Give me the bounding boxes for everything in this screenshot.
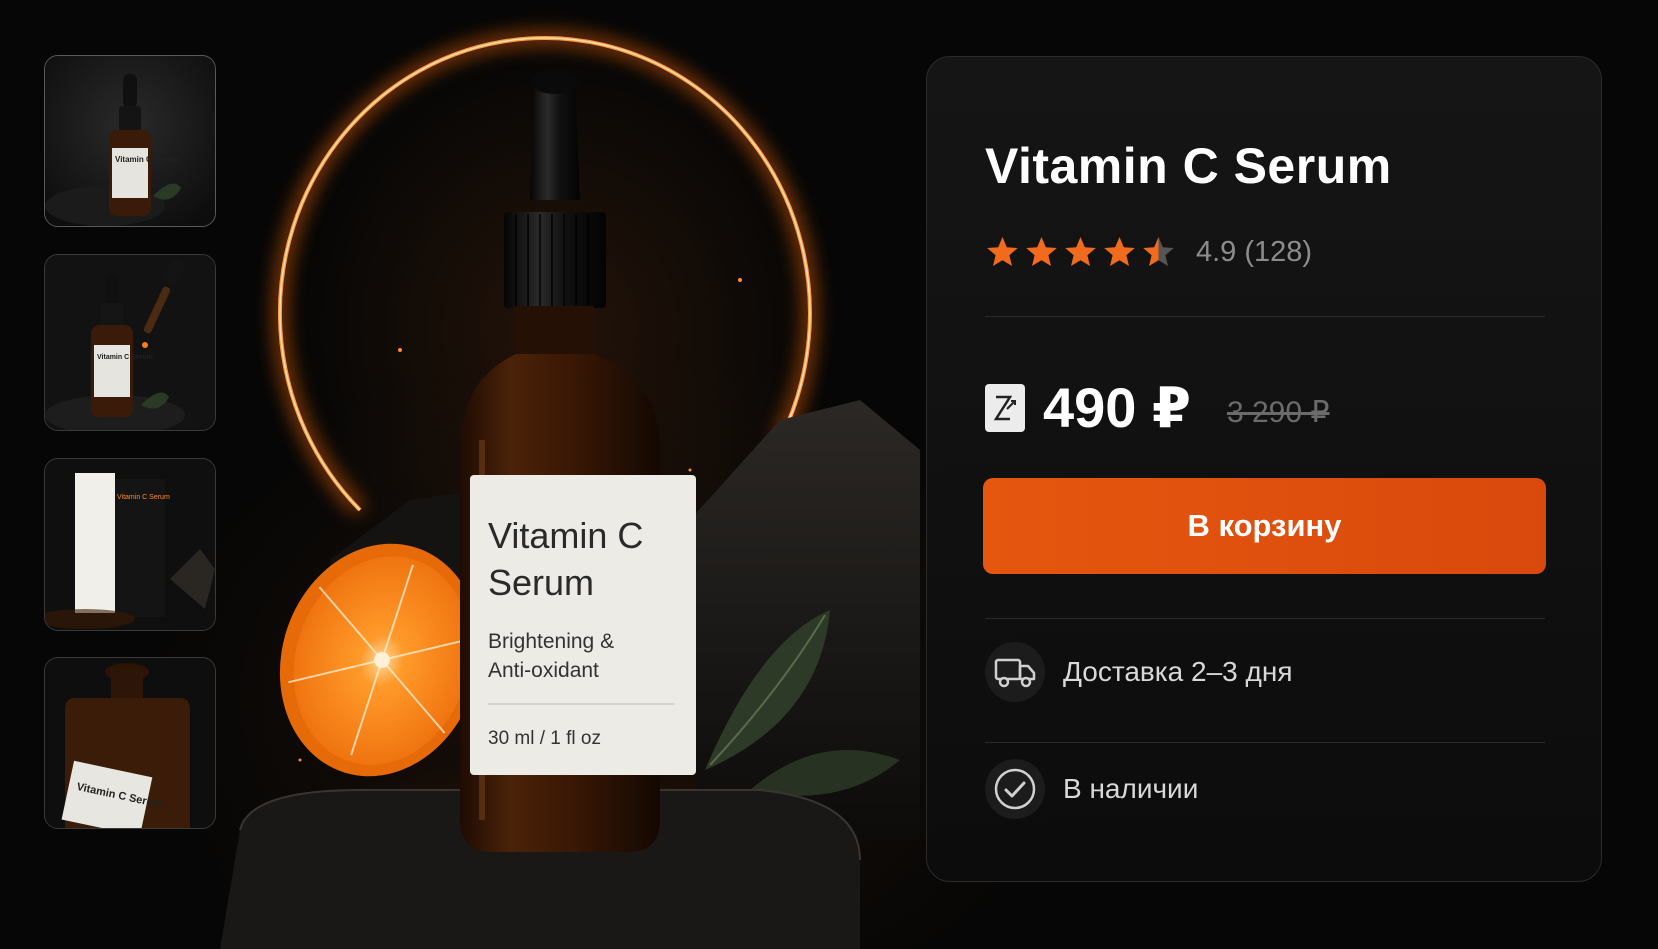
thumbnail-1[interactable]: Vitamin C Serum xyxy=(44,55,216,227)
star-icon xyxy=(987,237,1018,266)
checkmark-circle-icon xyxy=(985,759,1045,819)
star-icon xyxy=(1104,237,1135,266)
product-page: Vitamin C Serum Vitamin C Serum Vitamin … xyxy=(0,0,1658,949)
stock-text: В наличии xyxy=(1063,773,1199,804)
star-icon xyxy=(1143,237,1174,266)
truck-icon xyxy=(985,642,1045,702)
thumbnail-image-bottle-front: Vitamin C Serum xyxy=(45,56,215,226)
thumbnail-3[interactable]: Vitamin C Serum xyxy=(44,458,216,631)
old-price: 3 290 ₽ xyxy=(1226,395,1330,429)
hero-scene: Vitamin C Serum Brightening & Anti-oxida… xyxy=(220,31,920,949)
delivery-text: Доставка 2–3 дня xyxy=(1063,656,1293,687)
payment-card-icon xyxy=(985,384,1025,432)
bottle-label-title-2: Serum xyxy=(488,562,594,603)
divider xyxy=(985,618,1545,619)
star-icon xyxy=(1026,237,1057,266)
add-to-cart-button[interactable]: В корзину xyxy=(983,478,1546,574)
thumbnail-1-label: Vitamin C Serum xyxy=(115,155,179,164)
divider xyxy=(985,742,1545,743)
product-card: Vitamin C Serum 4.9 (128) 490 ₽ 3 290 ₽ … xyxy=(926,56,1602,882)
thumbnail-3-label: Vitamin C Serum xyxy=(117,494,170,501)
price: 490 ₽ xyxy=(1043,376,1191,439)
bottle-label-title-1: Vitamin C xyxy=(488,515,643,556)
bottle-label-sub-1: Brightening & xyxy=(488,630,614,653)
delivery-info: Доставка 2–3 дня xyxy=(985,642,1292,702)
hero-product-image: Vitamin C Serum Brightening & Anti-oxida… xyxy=(220,0,920,949)
thumbnail-image-bottle-open: Vitamin C Serum xyxy=(45,658,215,828)
bottle-label-sub-2: Anti-oxidant xyxy=(488,659,599,682)
thumbnail-image-bottle-dropper: Vitamin C Serum xyxy=(45,255,215,430)
stock-info: В наличии xyxy=(985,759,1198,819)
thumbnail-2-label: Vitamin C Serum xyxy=(97,354,153,361)
product-title: Vitamin C Serum xyxy=(985,138,1392,194)
divider xyxy=(985,316,1545,317)
star-icon xyxy=(1065,237,1096,266)
rating[interactable]: 4.9 (128) xyxy=(985,235,1312,270)
thumbnail-2[interactable]: Vitamin C Serum xyxy=(44,254,216,431)
thumbnail-image-box: Vitamin C Serum xyxy=(45,459,215,630)
serum-bottle: Vitamin C Serum Brightening & Anti-oxida… xyxy=(460,70,696,852)
price-row: 490 ₽ 3 290 ₽ xyxy=(985,375,1329,441)
thumbnail-4[interactable]: Vitamin C Serum xyxy=(44,657,216,829)
rating-text: 4.9 (128) xyxy=(1196,236,1313,268)
bottle-label-volume: 30 ml / 1 fl oz xyxy=(488,728,601,749)
rating-stars xyxy=(985,235,1176,270)
